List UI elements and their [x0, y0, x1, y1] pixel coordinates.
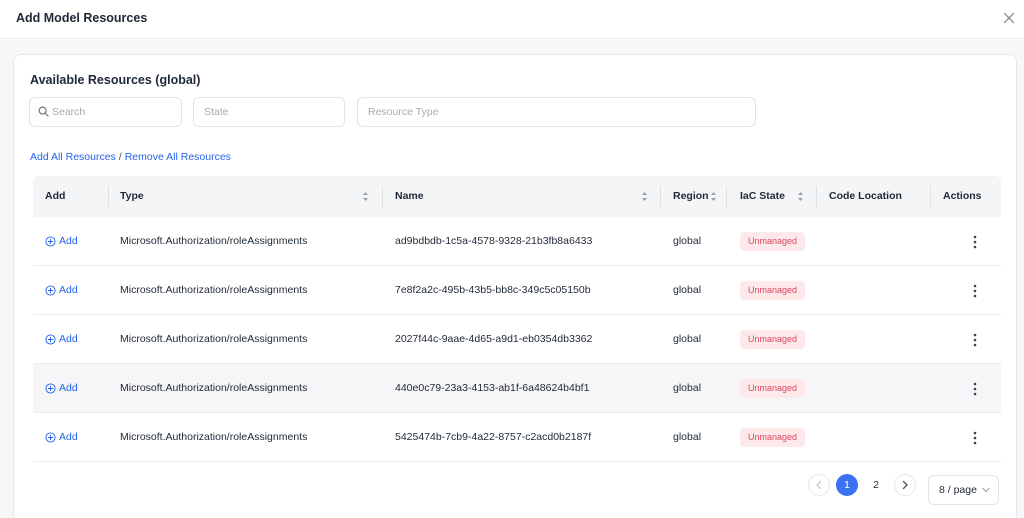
previous-page-button[interactable]	[808, 474, 830, 496]
cell-region: global	[673, 333, 702, 345]
column-divider	[660, 186, 661, 207]
column-header-region[interactable]: Region	[673, 176, 709, 217]
dialog-header: Add Model Resources	[0, 0, 1024, 39]
plus-circle-icon	[45, 383, 56, 394]
cell-region: global	[673, 382, 702, 394]
resources-table: Add Type Name Region IaC State Code Loca…	[33, 176, 1001, 462]
add-resource-button[interactable]: Add	[45, 217, 78, 266]
table-row[interactable]: Add Microsoft.Authorization/roleAssignmen…	[33, 217, 1001, 266]
available-resources-panel: Available Resources (global) Add All Res…	[13, 54, 1017, 518]
add-resource-button[interactable]: Add	[45, 266, 78, 315]
sort-icon[interactable]	[797, 191, 804, 202]
table-row[interactable]: Add Microsoft.Authorization/roleAssignmen…	[33, 413, 1001, 462]
cell-region: global	[673, 431, 702, 443]
column-header-code-location: Code Location	[829, 190, 902, 202]
sort-icon[interactable]	[362, 191, 369, 202]
table-row[interactable]: Add Microsoft.Authorization/roleAssignmen…	[33, 315, 1001, 364]
chevron-left-icon	[816, 480, 822, 490]
plus-circle-icon	[45, 236, 56, 247]
bulk-action-links: Add All Resources / Remove All Resources	[30, 151, 231, 163]
plus-circle-icon	[45, 432, 56, 443]
cell-type: Microsoft.Authorization/roleAssignments	[120, 235, 308, 247]
cell-name: ad9bdbdb-1c5a-4578-9328-21b3fb8a6433	[395, 235, 593, 247]
column-header-type[interactable]: Type	[120, 176, 144, 217]
chevron-right-icon	[902, 480, 908, 490]
kebab-vertical-icon[interactable]	[969, 283, 981, 299]
iac-state-badge: Unmanaged	[740, 330, 806, 349]
cell-name: 2027f44c-9aae-4d65-a9d1-eb0354db3362	[395, 333, 593, 345]
kebab-vertical-icon[interactable]	[969, 381, 981, 397]
add-resource-label: Add	[59, 382, 78, 394]
page-size-select[interactable]: 8 / page	[928, 475, 999, 505]
search-input[interactable]	[29, 97, 182, 127]
page-size-value: 8 / page	[939, 484, 977, 496]
table-row[interactable]: Add Microsoft.Authorization/roleAssignmen…	[33, 364, 1001, 413]
iac-state-badge: Unmanaged	[740, 232, 806, 251]
add-all-resources-link[interactable]: Add All Resources	[30, 151, 116, 163]
cell-type: Microsoft.Authorization/roleAssignments	[120, 333, 308, 345]
search-icon	[38, 106, 49, 117]
dialog-title: Add Model Resources	[16, 11, 148, 25]
column-header-add: Add	[45, 190, 66, 202]
table-body: Add Microsoft.Authorization/roleAssignmen…	[33, 217, 1001, 462]
cell-type: Microsoft.Authorization/roleAssignments	[120, 284, 308, 296]
kebab-vertical-icon[interactable]	[969, 430, 981, 446]
cell-name: 5425474b-7cb9-4a22-8757-c2acd0b2187f	[395, 431, 592, 443]
close-icon[interactable]	[1001, 10, 1017, 26]
add-resource-label: Add	[59, 333, 78, 345]
table-row[interactable]: Add Microsoft.Authorization/roleAssignmen…	[33, 266, 1001, 315]
next-page-button[interactable]	[894, 474, 916, 496]
remove-all-resources-link[interactable]: Remove All Resources	[125, 151, 231, 163]
cell-type: Microsoft.Authorization/roleAssignments	[120, 382, 308, 394]
iac-state-badge: Unmanaged	[740, 281, 806, 300]
cell-name: 7e8f2a2c-495b-43b5-bb8c-349c5c05150b	[395, 284, 591, 296]
add-resource-button[interactable]: Add	[45, 364, 78, 413]
column-header-actions: Actions	[943, 190, 982, 202]
add-resource-label: Add	[59, 284, 78, 296]
link-separator: /	[118, 151, 122, 163]
state-filter-input[interactable]	[193, 97, 345, 127]
cell-region: global	[673, 235, 702, 247]
column-divider	[108, 186, 109, 207]
panel-title: Available Resources (global)	[30, 73, 201, 87]
page-button-2[interactable]: 2	[865, 474, 887, 496]
cell-name: 440e0c79-23a3-4153-ab1f-6a48624b4bf1	[395, 382, 590, 394]
chevron-down-icon	[982, 487, 990, 493]
kebab-vertical-icon[interactable]	[969, 234, 981, 250]
column-header-iac-state[interactable]: IaC State	[740, 176, 785, 217]
add-resource-label: Add	[59, 431, 78, 443]
search-field	[29, 97, 182, 127]
kebab-vertical-icon[interactable]	[969, 332, 981, 348]
resource-type-filter-input[interactable]	[357, 97, 756, 127]
cell-type: Microsoft.Authorization/roleAssignments	[120, 431, 308, 443]
column-divider	[382, 186, 383, 207]
iac-state-badge: Unmanaged	[740, 379, 806, 398]
sort-icon[interactable]	[710, 191, 717, 202]
page-button-1[interactable]: 1	[836, 474, 858, 496]
cell-region: global	[673, 284, 702, 296]
sort-icon[interactable]	[641, 191, 648, 202]
column-divider	[930, 186, 931, 207]
add-resource-button[interactable]: Add	[45, 413, 78, 462]
plus-circle-icon	[45, 334, 56, 345]
column-header-name[interactable]: Name	[395, 176, 424, 217]
column-divider	[726, 186, 727, 207]
add-resource-button[interactable]: Add	[45, 315, 78, 364]
table-header: Add Type Name Region IaC State Code Loca…	[33, 176, 1001, 217]
add-resource-label: Add	[59, 235, 78, 247]
column-divider	[816, 186, 817, 207]
plus-circle-icon	[45, 285, 56, 296]
iac-state-badge: Unmanaged	[740, 428, 806, 447]
